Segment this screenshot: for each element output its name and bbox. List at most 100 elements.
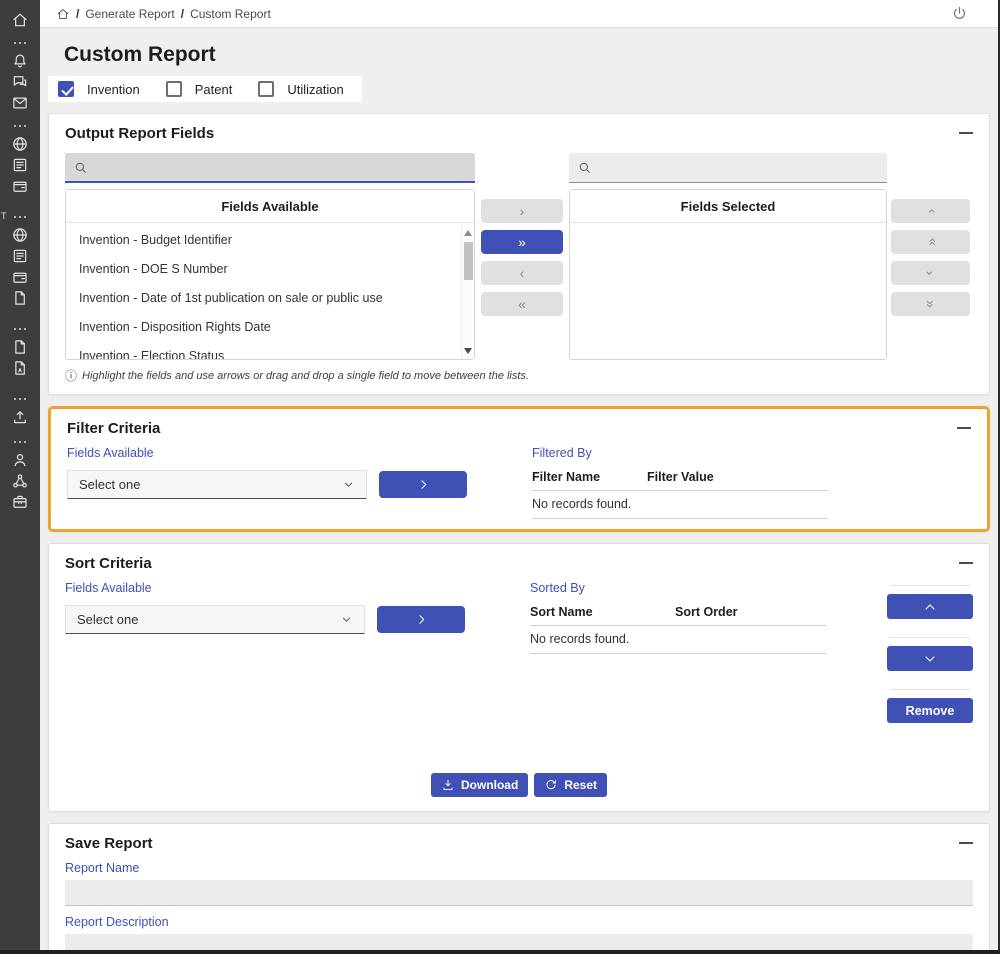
- breadcrumb-generate-report[interactable]: Generate Report: [85, 7, 174, 21]
- sidebar-item-messages[interactable]: [0, 71, 40, 92]
- section-title: Sort Criteria: [65, 555, 152, 572]
- fields-selected-search[interactable]: [569, 153, 887, 183]
- move-all-right-button[interactable]: »: [481, 230, 563, 254]
- list-item[interactable]: Invention - DOE S Number: [66, 254, 461, 283]
- sidebar-group-toggle[interactable]: [0, 435, 40, 449]
- upload-icon: [14, 410, 26, 423]
- scroll-thumb[interactable]: [463, 242, 473, 280]
- sidebar-item-wallet[interactable]: [0, 175, 40, 196]
- sort-move-up-button[interactable]: [887, 594, 973, 619]
- utilization-label: Utilization: [287, 81, 344, 97]
- sidebar-partial-label: T: [1, 211, 7, 221]
- collapse-section-button[interactable]: [959, 842, 973, 844]
- column-header: Sort Name: [530, 605, 593, 619]
- report-name-input[interactable]: [65, 880, 973, 906]
- reset-button[interactable]: Reset: [534, 773, 607, 797]
- sort-move-down-button[interactable]: [887, 646, 973, 671]
- breadcrumb-custom-report[interactable]: Custom Report: [190, 7, 271, 21]
- move-left-button[interactable]: ‹: [481, 261, 563, 285]
- sidebar-item-web-2[interactable]: [0, 224, 40, 245]
- file-pdf-icon: [15, 360, 25, 375]
- logout-button[interactable]: [951, 5, 968, 22]
- section-title: Save Report: [65, 835, 153, 852]
- move-right-button[interactable]: ›: [481, 199, 563, 223]
- main-content: Custom Report Invention Patent Utilizati…: [40, 29, 998, 950]
- sidebar-item-home[interactable]: [0, 9, 40, 30]
- breadcrumb-separator: /: [76, 6, 80, 21]
- sort-field-select[interactable]: Select one: [65, 605, 365, 634]
- sidebar-group-toggle[interactable]: [0, 119, 40, 133]
- list-item[interactable]: Invention - Budget Identifier: [66, 225, 461, 254]
- page-title: Custom Report: [64, 43, 216, 66]
- sidebar-item-file[interactable]: [0, 287, 40, 308]
- fields-available-search-input[interactable]: [94, 159, 467, 175]
- file-icon: [15, 339, 25, 354]
- move-down-button[interactable]: ›: [891, 261, 970, 285]
- report-type-utilization[interactable]: Utilization: [258, 81, 344, 97]
- column-header: Filter Name: [532, 470, 601, 484]
- scrollbar[interactable]: [461, 225, 474, 359]
- report-type-patent[interactable]: Patent: [165, 81, 233, 97]
- invention-label: Invention: [87, 81, 140, 97]
- move-top-button[interactable]: »: [891, 230, 970, 254]
- document-icon: [13, 249, 27, 262]
- reset-icon: [546, 780, 557, 790]
- list-item[interactable]: Invention - Date of 1st publication on s…: [66, 283, 461, 312]
- column-header: Sort Order: [675, 605, 738, 619]
- fields-available-list: Fields Available Invention - Budget Iden…: [65, 189, 475, 360]
- report-type-row: Invention Patent Utilization: [48, 76, 362, 102]
- sidebar-item-web[interactable]: [0, 133, 40, 154]
- document-icon: [13, 158, 27, 171]
- list-item[interactable]: Invention - Disposition Rights Date: [66, 312, 461, 341]
- scroll-down-arrow[interactable]: [464, 348, 472, 354]
- section-title: Output Report Fields: [65, 125, 215, 142]
- sidebar-item-upload[interactable]: [0, 406, 40, 427]
- fields-available-label: Fields Available: [67, 446, 154, 460]
- add-sort-button[interactable]: [377, 606, 465, 633]
- move-up-button[interactable]: ›: [891, 199, 970, 223]
- fields-available-search[interactable]: [65, 153, 475, 183]
- patent-label: Patent: [194, 81, 233, 97]
- org-chart-icon: [13, 473, 27, 488]
- collapse-section-button[interactable]: [957, 427, 971, 429]
- patent-checkbox[interactable]: [165, 81, 182, 97]
- report-type-invention[interactable]: Invention: [58, 81, 140, 97]
- sidebar-group-toggle[interactable]: [0, 322, 40, 336]
- sidebar-item-file-2[interactable]: [0, 336, 40, 357]
- utilization-checkbox[interactable]: [258, 81, 275, 97]
- sidebar-item-reports-2[interactable]: [0, 245, 40, 266]
- mail-icon: [13, 97, 27, 108]
- sidebar-item-notifications[interactable]: [0, 50, 40, 71]
- search-icon: [579, 162, 590, 173]
- download-button[interactable]: Download: [430, 773, 529, 797]
- filtered-by-table: Filter Name Filter Value No records foun…: [532, 470, 828, 519]
- empty-row: No records found.: [532, 491, 828, 519]
- list-item[interactable]: Invention - Election Status: [66, 341, 461, 360]
- sidebar-item-organization[interactable]: [0, 470, 40, 491]
- sort-order-buttons: Remove: [887, 585, 973, 723]
- list-header: Fields Available: [66, 190, 474, 223]
- sidebar-group-toggle[interactable]: [0, 392, 40, 406]
- move-all-left-button[interactable]: «: [481, 292, 563, 316]
- report-description-input[interactable]: [65, 934, 973, 950]
- move-bottom-button[interactable]: »: [891, 292, 970, 316]
- breadcrumb-home-icon[interactable]: [56, 7, 70, 21]
- sort-remove-button[interactable]: Remove: [887, 698, 973, 723]
- add-filter-button[interactable]: [379, 471, 467, 498]
- fields-selected-search-input[interactable]: [598, 160, 879, 175]
- sidebar-item-wallet-2[interactable]: [0, 266, 40, 287]
- sidebar-item-mail[interactable]: [0, 92, 40, 113]
- scroll-up-arrow[interactable]: [464, 230, 472, 236]
- sidebar-group-toggle[interactable]: [0, 36, 40, 50]
- chevron-down-icon: [925, 655, 935, 662]
- sidebar-item-reports[interactable]: [0, 154, 40, 175]
- collapse-section-button[interactable]: [959, 132, 973, 134]
- wallet-icon: [13, 181, 27, 192]
- sidebar-item-user[interactable]: [0, 449, 40, 470]
- sidebar-item-briefcase[interactable]: [0, 491, 40, 512]
- sidebar-item-file-pdf[interactable]: [0, 357, 40, 378]
- invention-checkbox[interactable]: [58, 81, 74, 97]
- collapse-section-button[interactable]: [959, 562, 973, 564]
- section-title: Filter Criteria: [67, 420, 161, 437]
- filter-field-select[interactable]: Select one: [67, 470, 367, 499]
